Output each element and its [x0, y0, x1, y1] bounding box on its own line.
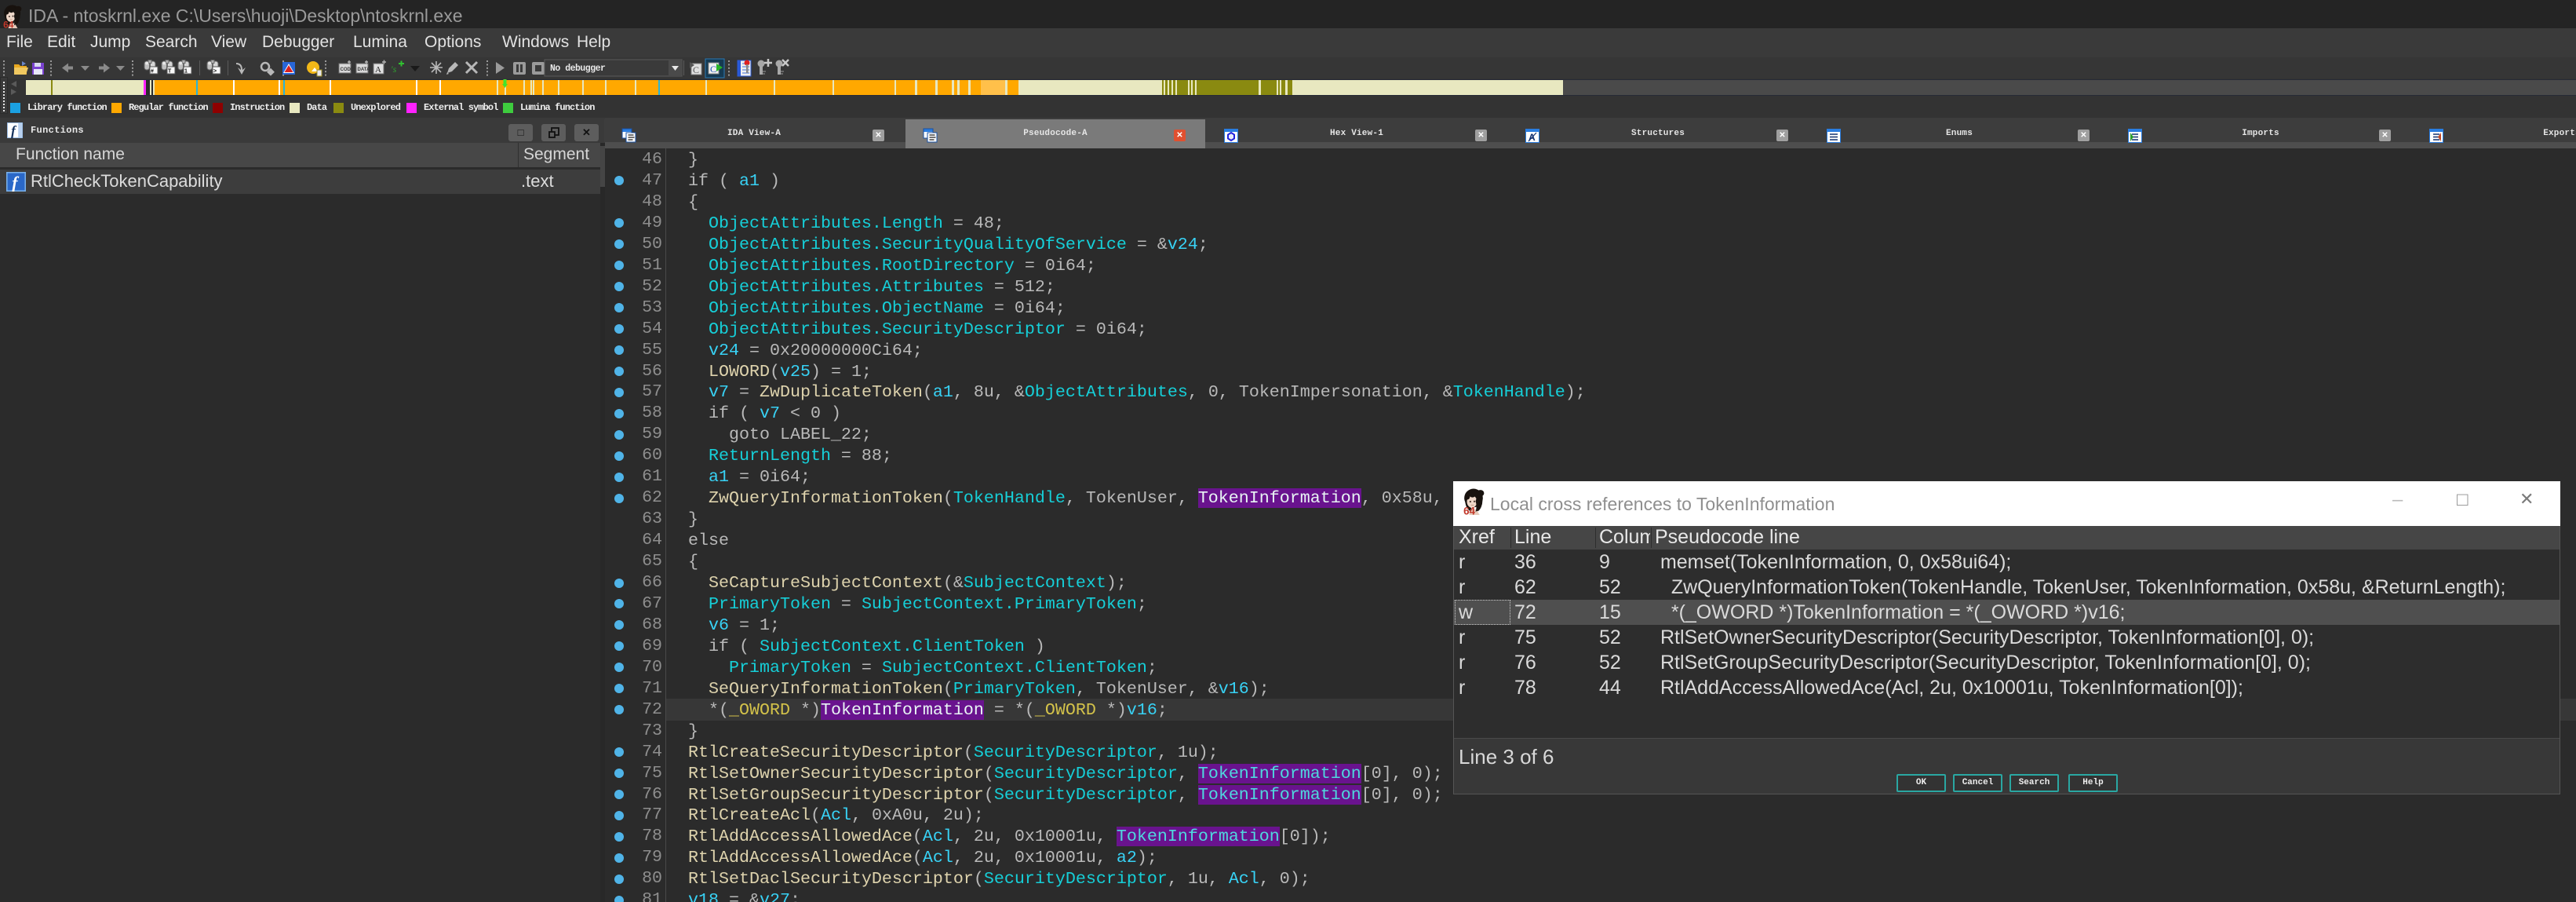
svg-text:CODE: CODE [341, 68, 354, 72]
svg-text:C: C [710, 64, 716, 75]
svg-text:C: C [693, 64, 699, 75]
svg-text:1: 1 [184, 69, 188, 75]
svg-text:>: > [213, 69, 217, 75]
svg-text:T: T [168, 69, 172, 75]
svg-text:64: 64 [1463, 505, 1475, 515]
svg-text:DATA: DATA [358, 68, 370, 72]
svg-text:64: 64 [3, 20, 14, 28]
svg-text:A: A [375, 65, 381, 75]
svg-text:No debugger: No debugger [550, 64, 606, 74]
svg-text:'s: 's [391, 64, 397, 75]
svg-text:#: # [151, 69, 154, 75]
